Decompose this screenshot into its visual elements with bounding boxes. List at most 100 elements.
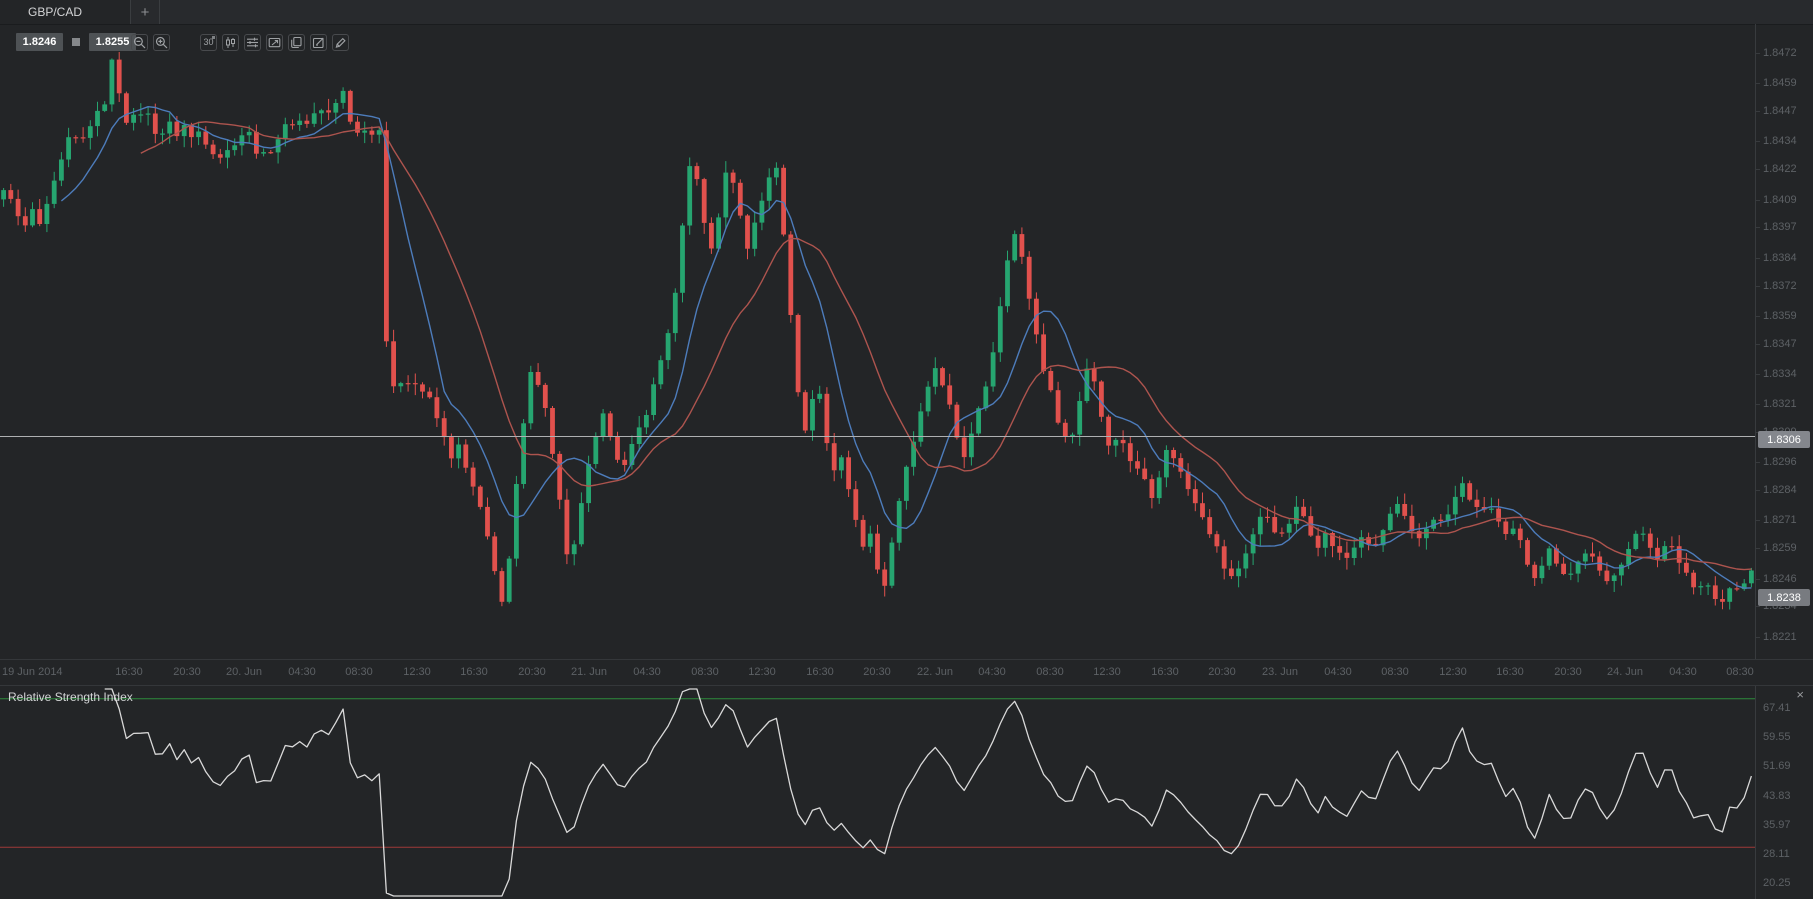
time-axis-tick: 16:30 — [806, 666, 834, 678]
price-tick-mark — [1756, 344, 1760, 345]
price-axis-tick: 1.8459 — [1763, 77, 1797, 89]
time-axis-tick: 08:30 — [1381, 666, 1409, 678]
rsi-axis-tick: 35.97 — [1763, 819, 1791, 831]
rsi-axis-tick: 43.83 — [1763, 790, 1791, 802]
rsi-close-button[interactable]: × — [1796, 687, 1804, 702]
price-tick-mark — [1756, 490, 1760, 491]
price-tick-mark — [1756, 637, 1760, 638]
zoom-out-button[interactable] — [131, 34, 148, 51]
price-axis-tick: 1.8422 — [1763, 163, 1797, 175]
zoom-in-icon — [155, 36, 168, 49]
time-axis-tick: 16:30 — [115, 666, 143, 678]
price-axis-tick: 1.8434 — [1763, 135, 1797, 147]
price-tick-mark — [1756, 258, 1760, 259]
time-axis-tick: 04:30 — [633, 666, 661, 678]
time-axis-tick: 20:30 — [1554, 666, 1582, 678]
price-tick-mark — [1756, 316, 1760, 317]
time-axis-tick: 04:30 — [1669, 666, 1697, 678]
timeframe-button[interactable]: 30 — [200, 34, 217, 51]
copy-icon — [290, 36, 303, 49]
price-tick-mark — [1756, 520, 1760, 521]
ma-slow-line — [141, 122, 1752, 570]
candlestick-icon — [224, 36, 237, 49]
price-axis-tick: 1.8334 — [1763, 368, 1797, 380]
time-axis-tick: 04:30 — [1324, 666, 1352, 678]
price-axis-tick: 1.8321 — [1763, 398, 1797, 410]
time-axis-tick: 16:30 — [460, 666, 488, 678]
trading-app-window: GBP/CAD + 1.8246 1.8255 — [0, 0, 1813, 899]
price-axis-tick: 1.8284 — [1763, 484, 1797, 496]
rsi-axis-tick: 20.25 — [1763, 877, 1791, 889]
time-axis-tick: 20. Jun — [226, 666, 262, 678]
rsi-axis-tick: 59.55 — [1763, 731, 1791, 743]
time-axis-tick: 16:30 — [1151, 666, 1179, 678]
price-axis-tick: 1.8372 — [1763, 280, 1797, 292]
price-tick-mark — [1756, 111, 1760, 112]
time-axis-tick: 19 Jun 2014 — [2, 666, 63, 678]
edit-square-icon — [312, 36, 325, 49]
rsi-axis-tick: 51.69 — [1763, 760, 1791, 772]
copy-chart-button[interactable] — [288, 34, 305, 51]
time-axis-tick: 04:30 — [288, 666, 316, 678]
price-tick-mark — [1756, 53, 1760, 54]
chartshot-button[interactable] — [266, 34, 283, 51]
price-tick-mark — [1756, 83, 1760, 84]
time-axis-tick: 24. Jun — [1607, 666, 1643, 678]
time-axis-tick: 16:30 — [1496, 666, 1524, 678]
price-tick-mark — [1756, 374, 1760, 375]
time-axis-tick: 21. Jun — [571, 666, 607, 678]
time-axis-tick: 12:30 — [748, 666, 776, 678]
price-tick-mark — [1756, 227, 1760, 228]
price-axis-tick: 1.8397 — [1763, 221, 1797, 233]
chart-arrow-icon — [268, 36, 281, 49]
candlestick-chart[interactable] — [0, 0, 1755, 659]
price-axis-tick: 1.8246 — [1763, 573, 1797, 585]
marker-pen-icon — [334, 36, 347, 49]
rsi-axis[interactable]: × 67.41 59.55 51.69 43.83 35.97 28.11 20.25 — [1755, 686, 1813, 899]
price-axis-tick: 1.8221 — [1763, 631, 1797, 643]
sliders-icon — [246, 36, 259, 49]
time-axis-tick: 23. Jun — [1262, 666, 1298, 678]
price-tick-mark — [1756, 579, 1760, 580]
rsi-line — [105, 689, 1752, 896]
time-axis-tick: 04:30 — [978, 666, 1006, 678]
price-axis[interactable]: 1.82211.82341.82461.82591.82711.82841.82… — [1755, 24, 1813, 659]
price-axis-tick: 1.8271 — [1763, 514, 1797, 526]
time-axis-tick: 22. Jun — [917, 666, 953, 678]
price-tick-mark — [1756, 286, 1760, 287]
time-axis-tick: 12:30 — [1439, 666, 1467, 678]
price-line-badge: 1.8306 — [1758, 431, 1810, 448]
edit-button[interactable] — [310, 34, 327, 51]
price-tick-mark — [1756, 462, 1760, 463]
price-axis-tick: 1.8472 — [1763, 47, 1797, 59]
price-tick-mark — [1756, 141, 1760, 142]
timeframe-dropdown-mark — [212, 36, 215, 39]
last-price-badge: 1.8238 — [1758, 589, 1810, 606]
price-tick-mark — [1756, 169, 1760, 170]
rsi-title: Relative Strength Index — [8, 690, 133, 704]
price-axis-tick: 1.8384 — [1763, 252, 1797, 264]
buy-button[interactable]: 1.8255 — [89, 33, 136, 51]
price-tick-mark — [1756, 404, 1760, 405]
rsi-panel[interactable]: Relative Strength Index × 67.41 59.55 51.6… — [0, 685, 1813, 899]
rsi-plot[interactable] — [0, 686, 1755, 899]
time-axis-tick: 08:30 — [1036, 666, 1064, 678]
candles-layer — [1, 52, 1754, 610]
rsi-axis-tick: 67.41 — [1763, 702, 1791, 714]
chart-type-button[interactable] — [222, 34, 239, 51]
time-axis-tick: 08:30 — [691, 666, 719, 678]
price-axis-tick: 1.8359 — [1763, 310, 1797, 322]
price-axis-tick: 1.8347 — [1763, 338, 1797, 350]
spread-indicator — [72, 38, 80, 46]
time-axis[interactable]: 19 Jun 2014 16:30 20:30 20. Jun 04:30 08:30 12… — [0, 659, 1813, 685]
time-axis-tick: 20:30 — [863, 666, 891, 678]
zoom-in-button[interactable] — [153, 34, 170, 51]
indicators-button[interactable] — [244, 34, 261, 51]
draw-button[interactable] — [332, 34, 349, 51]
price-level-line[interactable] — [0, 436, 1755, 437]
sell-button[interactable]: 1.8246 — [16, 33, 63, 51]
price-tick-mark — [1756, 548, 1760, 549]
timeframe-label: 30 — [203, 38, 213, 47]
quote-widget: 1.8246 1.8255 — [16, 33, 136, 51]
rsi-axis-tick: 28.11 — [1763, 848, 1790, 860]
